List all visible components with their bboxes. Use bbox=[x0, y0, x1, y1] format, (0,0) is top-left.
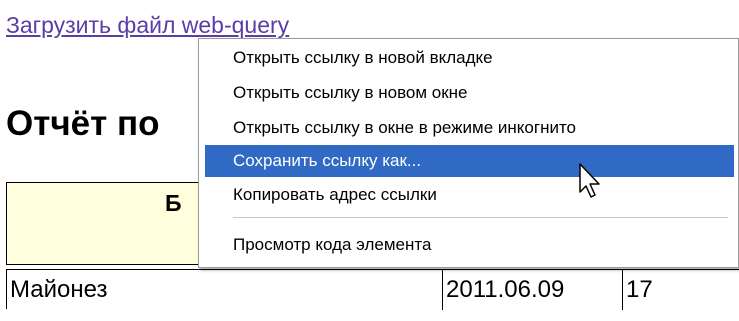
cell-date: 2011.06.09 bbox=[443, 270, 623, 310]
mouse-pointer-icon bbox=[579, 163, 600, 198]
table-header-text: Б bbox=[165, 190, 182, 216]
menu-item-open-new-tab[interactable]: Открыть ссылку в новой вкладке bbox=[205, 42, 734, 74]
table-row: Майонез 2011.06.09 17 bbox=[6, 269, 739, 310]
context-menu: Открыть ссылку в новой вкладке Открыть с… bbox=[198, 38, 739, 268]
menu-item-save-link-as[interactable]: Сохранить ссылку как... bbox=[205, 145, 734, 177]
menu-item-inspect-element[interactable]: Просмотр кода элемента bbox=[205, 229, 734, 261]
menu-item-copy-link-address[interactable]: Копировать адрес ссылки bbox=[205, 179, 734, 211]
cell-product: Майонез bbox=[7, 270, 443, 310]
menu-item-open-incognito[interactable]: Открыть ссылку в окне в режиме инкогнито bbox=[205, 112, 734, 144]
menu-item-open-new-window[interactable]: Открыть ссылку в новом окне bbox=[205, 77, 734, 109]
download-web-query-link[interactable]: Загрузить файл web-query bbox=[6, 12, 289, 39]
menu-separator bbox=[233, 217, 728, 218]
page-heading: Отчёт по bbox=[6, 104, 160, 143]
cell-value: 17 bbox=[626, 276, 653, 303]
